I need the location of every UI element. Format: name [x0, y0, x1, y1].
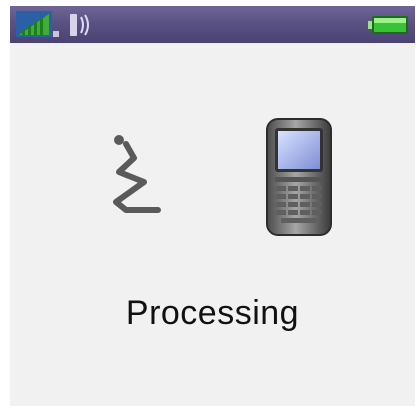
phone-screen: Processing — [10, 6, 415, 406]
mobile-phone-icon — [266, 118, 332, 236]
processing-status-text: Processing — [125, 294, 300, 332]
voice-input-icon — [113, 135, 161, 213]
status-bar — [10, 6, 415, 43]
vibrate-icon — [70, 14, 89, 36]
battery-icon — [368, 16, 408, 34]
signal-strength-icon — [16, 11, 59, 37]
